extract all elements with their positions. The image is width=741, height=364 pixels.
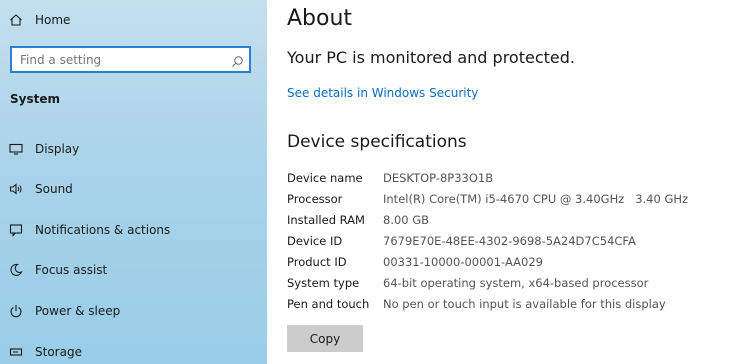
spec-label: Installed RAM bbox=[287, 213, 365, 227]
sidebar-item-sound[interactable]: Sound bbox=[0, 171, 267, 207]
search-box[interactable] bbox=[10, 46, 251, 73]
power-icon bbox=[9, 304, 23, 318]
spec-value: 8.00 GB bbox=[383, 213, 430, 227]
section-label-system: System bbox=[10, 92, 60, 106]
sidebar-item-focus-assist[interactable]: Focus assist bbox=[0, 252, 267, 288]
spec-label: System type bbox=[287, 276, 360, 290]
sidebar-item-label: Power & sleep bbox=[35, 304, 121, 318]
spec-row: Product ID 00331-10000-00001-AA029 bbox=[287, 252, 737, 272]
page-title: About bbox=[287, 6, 353, 31]
sidebar-item-home[interactable]: Home bbox=[0, 2, 267, 38]
spec-label: Pen and touch bbox=[287, 297, 370, 311]
focus-assist-icon bbox=[9, 263, 23, 277]
spec-row: Processor Intel(R) Core(TM) i5-4670 CPU … bbox=[287, 189, 737, 209]
home-icon bbox=[9, 13, 23, 27]
sidebar-item-label: Display bbox=[35, 142, 80, 156]
spec-row: Device name DESKTOP-8P33O1B bbox=[287, 168, 737, 188]
spec-value: No pen or touch input is available for t… bbox=[383, 297, 666, 311]
search-input[interactable] bbox=[12, 48, 222, 71]
sidebar-item-display[interactable]: Display bbox=[0, 131, 267, 167]
device-specifications-heading: Device specifications bbox=[287, 132, 467, 152]
sidebar-item-label: Sound bbox=[35, 182, 73, 196]
spec-value: 7679E70E-48EE-4302-9698-5A24D7C54CFA bbox=[383, 234, 636, 248]
sidebar-item-label: Home bbox=[35, 13, 71, 27]
sidebar-item-storage[interactable]: Storage bbox=[0, 334, 267, 364]
storage-icon bbox=[9, 345, 23, 359]
spec-label: Device name bbox=[287, 171, 363, 185]
spec-value: Intel(R) Core(TM) i5-4670 CPU @ 3.40GHz … bbox=[383, 192, 689, 206]
spec-value: 64-bit operating system, x64-based proce… bbox=[383, 276, 649, 290]
sidebar-item-notifications[interactable]: Notifications & actions bbox=[0, 212, 267, 248]
sound-icon bbox=[9, 182, 23, 196]
spec-value: 00331-10000-00001-AA029 bbox=[383, 255, 543, 269]
spec-label: Processor bbox=[287, 192, 343, 206]
sidebar-item-label: Notifications & actions bbox=[35, 223, 171, 237]
copy-button[interactable]: Copy bbox=[287, 325, 363, 352]
spec-row: System type 64-bit operating system, x64… bbox=[287, 273, 737, 293]
sidebar-item-label: Focus assist bbox=[35, 263, 108, 277]
windows-security-link[interactable]: See details in Windows Security bbox=[287, 86, 478, 100]
protection-status: Your PC is monitored and protected. bbox=[287, 48, 575, 67]
sidebar-item-power-sleep[interactable]: Power & sleep bbox=[0, 293, 267, 329]
spec-row: Pen and touch No pen or touch input is a… bbox=[287, 294, 737, 314]
sidebar: Home System Display Sound Notifications … bbox=[0, 0, 267, 364]
search-icon[interactable] bbox=[231, 53, 244, 67]
notifications-icon bbox=[9, 223, 23, 237]
spec-value: DESKTOP-8P33O1B bbox=[383, 171, 494, 185]
spec-label: Device ID bbox=[287, 234, 343, 248]
sidebar-item-label: Storage bbox=[35, 345, 82, 359]
main-content: About Your PC is monitored and protected… bbox=[267, 0, 741, 364]
spec-label: Product ID bbox=[287, 255, 347, 269]
spec-row: Device ID 7679E70E-48EE-4302-9698-5A24D7… bbox=[287, 231, 737, 251]
spec-row: Installed RAM 8.00 GB bbox=[287, 210, 737, 230]
display-icon bbox=[9, 142, 23, 156]
